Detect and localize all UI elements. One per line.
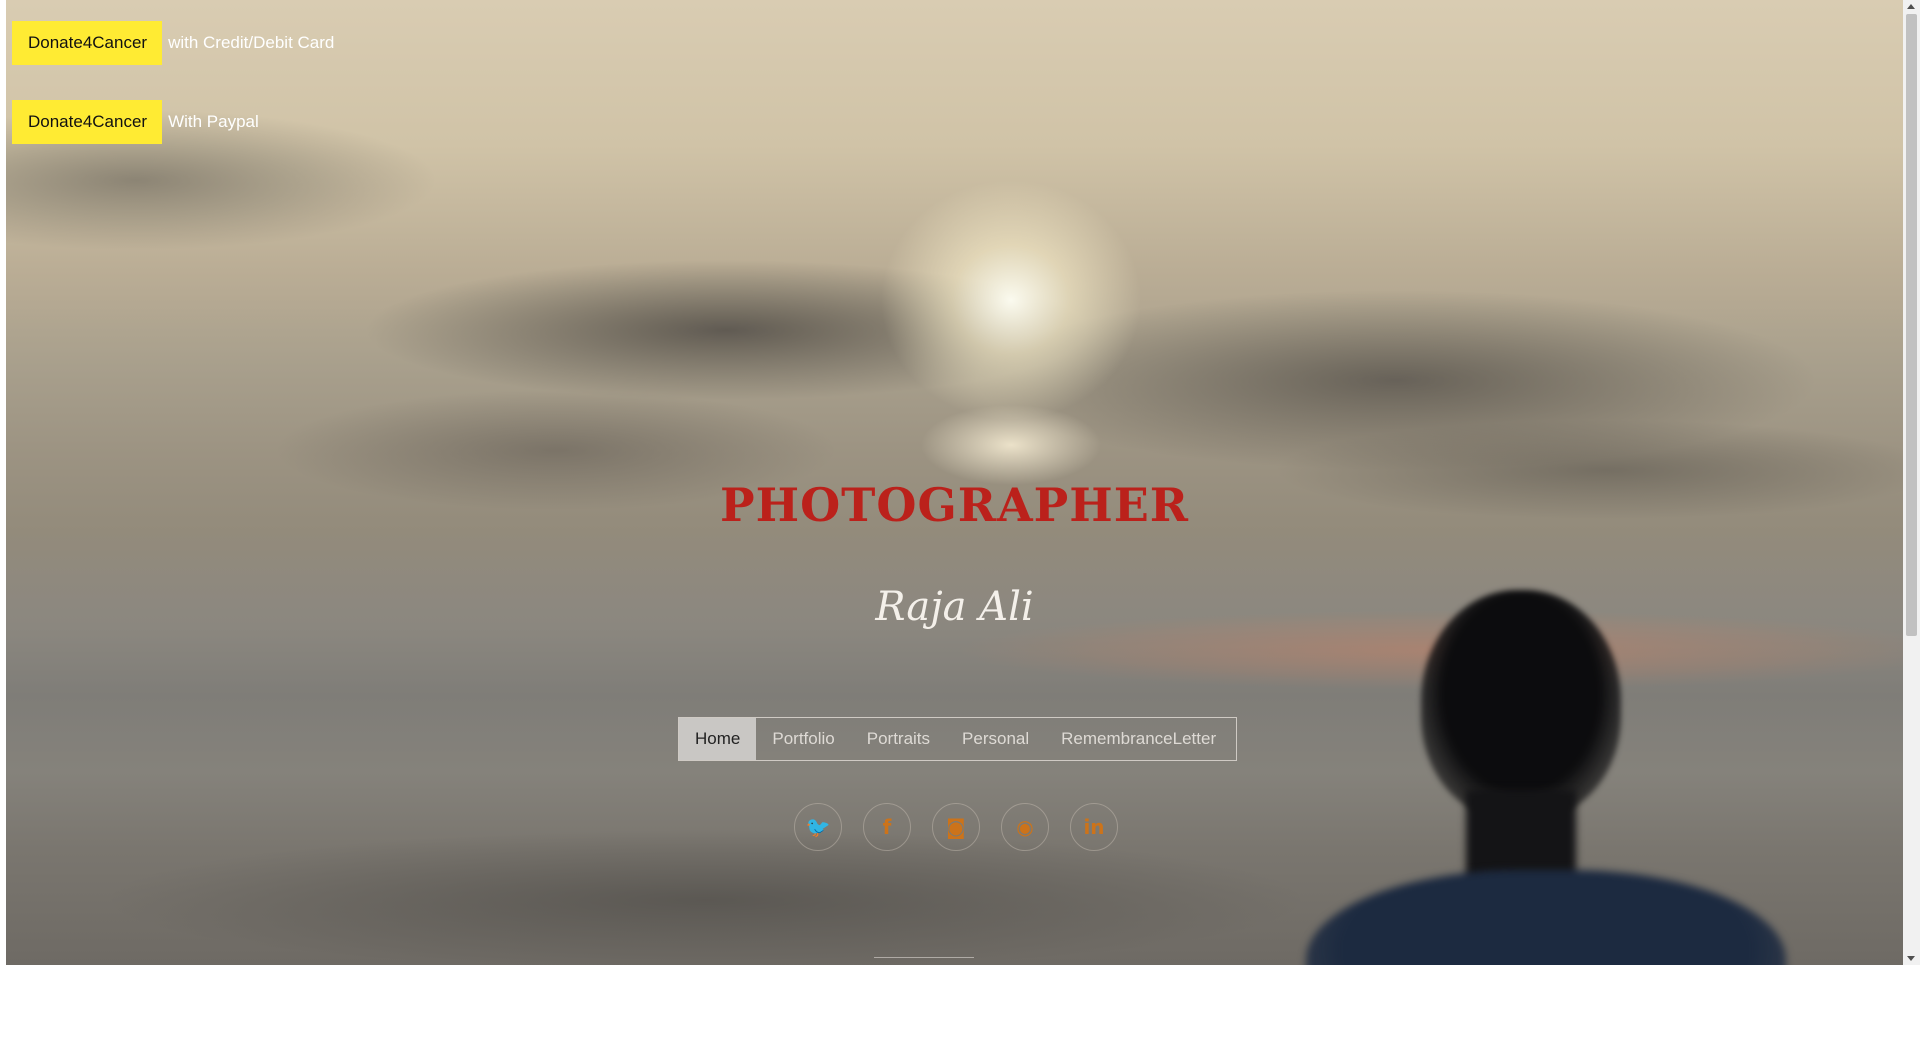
social-links: 🐦 f ◙ ◉ in (794, 803, 1118, 851)
page-title: PHOTOGRAPHER (720, 478, 1189, 532)
donate-card-row: Donate4Cancer with Credit/Debit Card (12, 21, 334, 65)
hero-background: Donate4Cancer with Credit/Debit Card Don… (6, 0, 1903, 965)
main-nav: Home Portfolio Portraits Personal Rememb… (678, 717, 1237, 761)
instagram-icon[interactable]: ◙ (932, 803, 980, 851)
facebook-icon[interactable]: f (863, 803, 911, 851)
nav-portraits[interactable]: Portraits (851, 718, 946, 760)
scroll-up-icon[interactable] (1907, 4, 1915, 9)
nav-personal[interactable]: Personal (946, 718, 1045, 760)
donate-card-button[interactable]: Donate4Cancer (12, 21, 163, 65)
nav-portfolio[interactable]: Portfolio (756, 718, 850, 760)
nav-home[interactable]: Home (679, 718, 757, 760)
nav-remembrance-letter[interactable]: RemembranceLetter (1045, 718, 1232, 760)
page-scrollbar[interactable] (1903, 0, 1920, 965)
donate-card-text: with Credit/Debit Card (168, 33, 335, 52)
photographer-name: Raja Ali (875, 584, 1034, 630)
twitter-icon[interactable]: 🐦 (794, 803, 842, 851)
github-icon[interactable]: ◉ (1001, 803, 1049, 851)
scroll-thumb[interactable] (1906, 14, 1917, 636)
donate-paypal-row: Donate4Cancer With Paypal (12, 100, 259, 144)
donate-paypal-text: With Paypal (168, 112, 259, 131)
linkedin-icon[interactable]: in (1070, 803, 1118, 851)
person-silhouette-body (1306, 870, 1786, 965)
divider (874, 957, 974, 958)
scroll-down-icon[interactable] (1907, 956, 1915, 961)
donate-paypal-button[interactable]: Donate4Cancer (12, 100, 163, 144)
